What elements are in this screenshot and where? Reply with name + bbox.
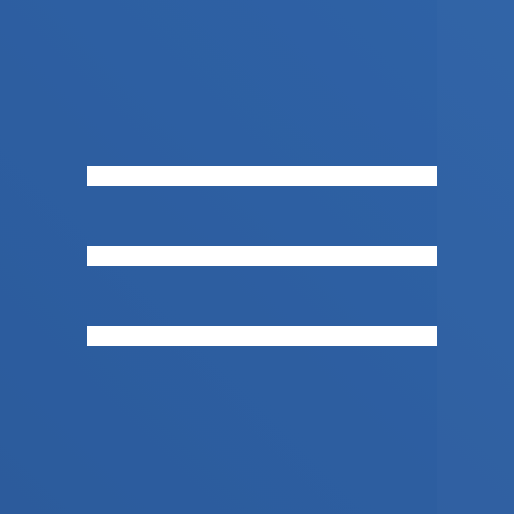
menu-icon-tile[interactable] (0, 0, 514, 514)
menu-bar-top (87, 166, 437, 186)
tile-edge-shade (437, 0, 514, 514)
menu-bar-bottom (87, 326, 437, 346)
hamburger-menu-icon[interactable] (87, 166, 437, 346)
menu-bar-middle (87, 246, 437, 266)
